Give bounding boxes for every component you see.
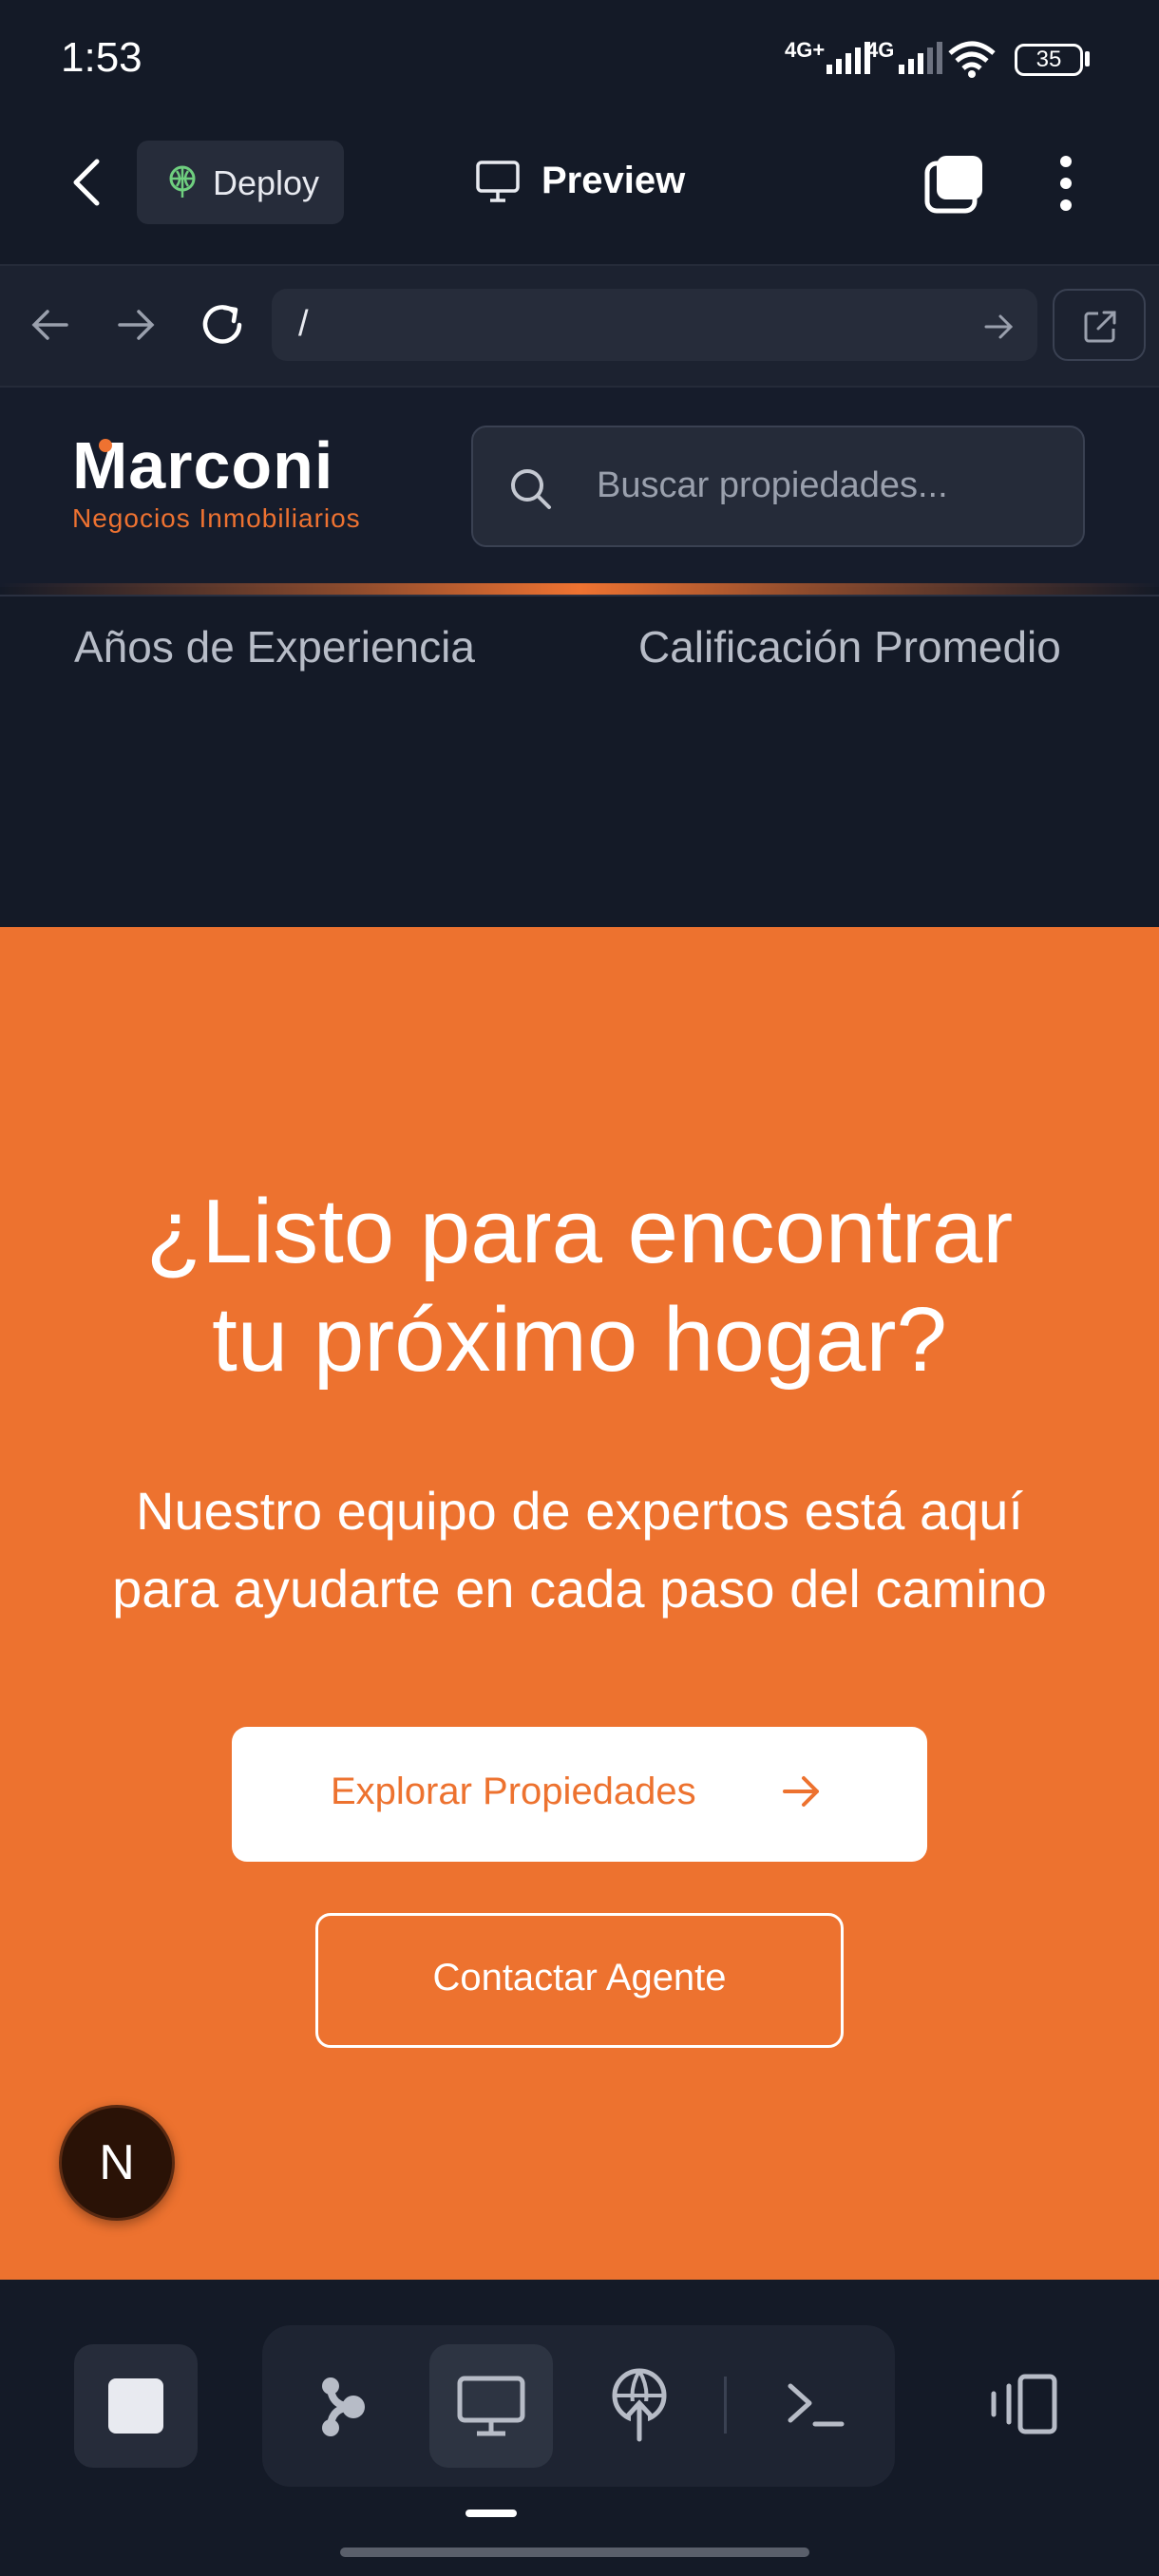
terminal-icon[interactable] — [785, 2380, 846, 2430]
status-time: 1:53 — [61, 34, 142, 81]
cta-subtitle-line1: Nuestro equipo de expertos está aquí — [136, 1481, 1023, 1541]
signal-icon — [826, 42, 870, 74]
contact-agent-label: Contactar Agente — [432, 1957, 727, 1998]
stat-rating-label: Calificación Promedio — [638, 622, 1061, 672]
cta-subtitle-line2: para ayudarte en cada paso del camino — [112, 1559, 1047, 1619]
accent-divider — [0, 583, 1159, 595]
battery-tip — [1085, 51, 1090, 66]
battery-icon: 35 — [1015, 44, 1083, 76]
arrow-right-icon[interactable] — [114, 306, 160, 344]
home-indicator[interactable] — [340, 2548, 809, 2557]
logo-dot — [99, 439, 112, 452]
network-label-1: 4G+ — [785, 38, 826, 62]
url-input[interactable] — [272, 289, 1037, 361]
globe-upload-icon[interactable] — [606, 2367, 673, 2443]
site-logo[interactable]: Marconi — [72, 427, 333, 503]
deploy-label: Deploy — [213, 163, 320, 202]
network-label-2: 4G — [866, 38, 895, 62]
cta-title: ¿Listo para encontrar tu próximo hogar? — [0, 1178, 1159, 1394]
more-icon[interactable] — [1049, 152, 1083, 215]
stat-years-label: Años de Experiencia — [74, 622, 475, 672]
wifi-icon — [948, 41, 996, 78]
tabs-icon[interactable] — [923, 152, 986, 215]
arrow-right-icon — [783, 1776, 819, 1807]
search-placeholder: Buscar propiedades... — [597, 465, 948, 505]
nextjs-badge[interactable]: N — [59, 2105, 175, 2221]
deploy-icon — [169, 165, 196, 198]
back-icon[interactable] — [63, 154, 112, 211]
search-icon — [511, 469, 551, 509]
external-link-icon — [1084, 311, 1116, 343]
go-arrow-icon[interactable] — [982, 312, 1016, 342]
open-external-button[interactable] — [1053, 289, 1146, 361]
preview-title[interactable]: Preview — [542, 160, 685, 202]
cta-title-line1: ¿Listo para encontrar — [145, 1181, 1014, 1282]
branch-icon[interactable] — [310, 2373, 376, 2439]
arrow-left-icon[interactable] — [27, 306, 72, 344]
reload-icon[interactable] — [198, 300, 247, 350]
url-text: / — [298, 304, 309, 344]
explore-properties-label: Explorar Propiedades — [331, 1771, 696, 1812]
cta-title-line2: tu próximo hogar? — [212, 1289, 947, 1391]
nav-pill — [466, 2510, 517, 2517]
signal-icon-2 — [899, 42, 942, 74]
stop-icon — [108, 2378, 163, 2434]
device-icon[interactable] — [984, 2371, 1060, 2437]
monitor-icon — [457, 2376, 525, 2436]
tool-divider — [724, 2377, 727, 2434]
logo-subtitle: Negocios Inmobiliarios — [72, 503, 361, 533]
cta-subtitle: Nuestro equipo de expertos está aquí par… — [0, 1472, 1159, 1628]
monitor-icon — [476, 161, 520, 202]
